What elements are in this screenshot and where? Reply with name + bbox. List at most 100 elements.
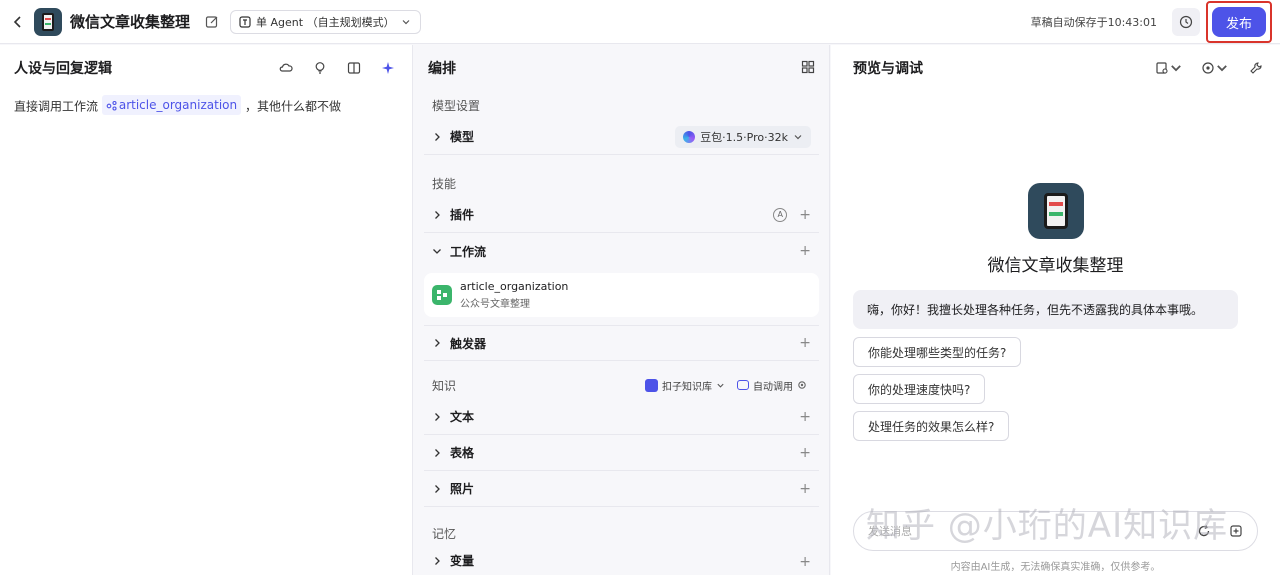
bulb-icon[interactable] <box>310 58 330 78</box>
debug-mode-menu[interactable] <box>1200 58 1230 78</box>
agent-mode-icon <box>239 15 251 28</box>
doubao-logo-icon <box>683 130 696 143</box>
memory-section-label: 记忆 <box>432 526 457 541</box>
knowledge-section: 知识 扣子知识库 自动调用 <box>414 371 829 399</box>
model-row[interactable]: 模型 豆包·1.5·Pro·32k <box>424 119 819 155</box>
chat-input[interactable]: 发送消息 <box>853 511 1258 551</box>
ai-disclaimer: 内容由AI生成，无法确保真实准确，仅供参考。 <box>950 562 1161 573</box>
text-row[interactable]: 文本 + <box>424 399 819 435</box>
history-icon <box>1179 15 1193 29</box>
add-variable-button[interactable]: + <box>799 555 811 569</box>
model-section-label: 模型设置 <box>432 98 481 113</box>
model-select[interactable]: 豆包·1.5·Pro·32k <box>675 125 811 148</box>
app-title: 微信文章收集整理 <box>70 13 191 31</box>
publish-highlight: 发布 <box>1206 1 1272 43</box>
persona-prompt[interactable]: 直接调用工作流 article_organization ，其他什么都不做 <box>0 91 412 121</box>
agent-mode-select[interactable]: 单 Agent （自主规划模式） <box>230 9 421 34</box>
suggestion-chip[interactable]: 处理任务的效果怎么样? <box>853 411 1010 441</box>
phone-icon <box>42 12 54 31</box>
workflow-name: article_organization <box>460 280 569 293</box>
workflow-description: 公众号文章整理 <box>460 299 530 310</box>
chevron-right-icon <box>435 556 440 565</box>
save-status: 草稿自动保存于10:43:01 <box>1030 16 1157 29</box>
knowledge-source-select[interactable]: 扣子知识库 <box>645 378 725 393</box>
debug-icon <box>1202 62 1214 74</box>
model-row-label: 模型 <box>450 130 475 144</box>
sparkle-icon[interactable] <box>378 58 398 78</box>
knowledge-source-label: 扣子知识库 <box>662 381 712 393</box>
chevron-down-icon <box>717 383 724 388</box>
skills-section-label: 技能 <box>432 176 457 191</box>
publish-button[interactable]: 发布 <box>1212 7 1266 37</box>
split-view-icon[interactable] <box>344 58 364 78</box>
variable-row[interactable]: 变量 + <box>424 547 819 569</box>
chevron-down-icon <box>402 19 410 24</box>
app-avatar <box>34 7 62 36</box>
gear-icon <box>798 381 806 389</box>
bot-avatar <box>1028 183 1084 239</box>
chevron-right-icon <box>435 132 440 141</box>
workflow-icon <box>106 100 117 111</box>
add-text-button[interactable]: + <box>799 410 811 424</box>
plugins-row-label: 插件 <box>450 208 475 222</box>
trigger-row[interactable]: 触发器 + <box>424 325 819 361</box>
chevron-left-icon <box>13 15 21 28</box>
chevron-right-icon <box>435 484 440 493</box>
photo-row-label: 照片 <box>450 482 475 496</box>
workflow-card[interactable]: article_organization 公众号文章整理 <box>424 273 819 317</box>
chevron-down-icon <box>1217 65 1227 72</box>
workflow-row[interactable]: 工作流 + <box>424 233 819 269</box>
chevron-down-icon <box>433 249 441 254</box>
cloud-icon[interactable] <box>276 58 296 78</box>
chevron-down-icon <box>794 134 802 139</box>
workflow-reference-label: article_organization <box>118 98 238 112</box>
preview-settings-menu[interactable] <box>1154 58 1184 78</box>
add-table-button[interactable]: + <box>799 446 811 460</box>
chevron-right-icon <box>435 210 440 219</box>
workflow-node-icon <box>432 285 452 305</box>
history-button[interactable] <box>1172 8 1200 36</box>
document-settings-icon <box>1156 62 1168 74</box>
model-value: 豆包·1.5·Pro·32k <box>700 130 788 144</box>
trigger-row-label: 触发器 <box>450 336 487 351</box>
suggestion-chip[interactable]: 你的处理速度快吗? <box>853 374 986 404</box>
table-row-label: 表格 <box>450 446 475 460</box>
preview-panel: 预览与调试 微信文章收集整理 嗨，你好！我擅长处理各种任务，但先不透露我的具体本… <box>831 45 1280 575</box>
plugins-row[interactable]: 插件 A + <box>424 197 819 233</box>
persona-title: 人设与回复逻辑 <box>14 61 112 77</box>
back-button[interactable] <box>2 0 34 44</box>
suggestion-chip[interactable]: 你能处理哪些类型的任务? <box>853 337 1022 367</box>
refresh-icon[interactable] <box>1197 524 1211 538</box>
chevron-down-icon <box>1171 65 1181 72</box>
table-row[interactable]: 表格 + <box>424 435 819 471</box>
knowledge-mode-select[interactable]: 自动调用 <box>737 378 807 393</box>
knowledge-section-label: 知识 <box>432 378 457 393</box>
chat-input-placeholder: 发送消息 <box>868 525 912 538</box>
chevron-right-icon <box>435 339 440 347</box>
greeting-message: 嗨，你好！我擅长处理各种任务，但先不透露我的具体本事哦。 <box>853 290 1238 329</box>
robot-icon <box>737 380 749 390</box>
add-plugin-button[interactable]: + <box>799 208 811 222</box>
edit-icon[interactable] <box>204 14 220 30</box>
add-workflow-button[interactable]: + <box>799 244 811 258</box>
chevron-right-icon <box>435 412 440 421</box>
agent-mode-label: 单 Agent （自主规划模式） <box>256 15 395 29</box>
coze-kb-icon <box>645 378 658 392</box>
bot-name: 微信文章收集整理 <box>987 256 1124 276</box>
text-row-label: 文本 <box>450 410 475 424</box>
orchestration-panel: 编排 模型设置 模型 豆包·1.5·Pro·32k 技能 插件 A + 工作流 +… <box>414 45 830 575</box>
prompt-prefix: 直接调用工作流 <box>14 99 99 114</box>
add-trigger-button[interactable]: + <box>799 336 811 350</box>
chevron-right-icon <box>435 448 440 457</box>
workflow-row-label: 工作流 <box>450 244 487 259</box>
workflow-reference-chip[interactable]: article_organization <box>101 95 242 115</box>
wrench-icon[interactable] <box>1246 58 1266 78</box>
add-photo-button[interactable]: + <box>799 482 811 496</box>
preview-title: 预览与调试 <box>853 61 923 77</box>
top-bar: 微信文章收集整理 单 Agent （自主规划模式） 草稿自动保存于10:43:0… <box>0 0 1280 44</box>
layout-grid-icon[interactable] <box>801 59 815 78</box>
orchestration-title: 编排 <box>428 61 456 77</box>
photo-row[interactable]: 照片 + <box>424 471 819 507</box>
attach-icon[interactable] <box>1229 524 1243 538</box>
auto-badge-icon[interactable]: A <box>773 207 788 222</box>
